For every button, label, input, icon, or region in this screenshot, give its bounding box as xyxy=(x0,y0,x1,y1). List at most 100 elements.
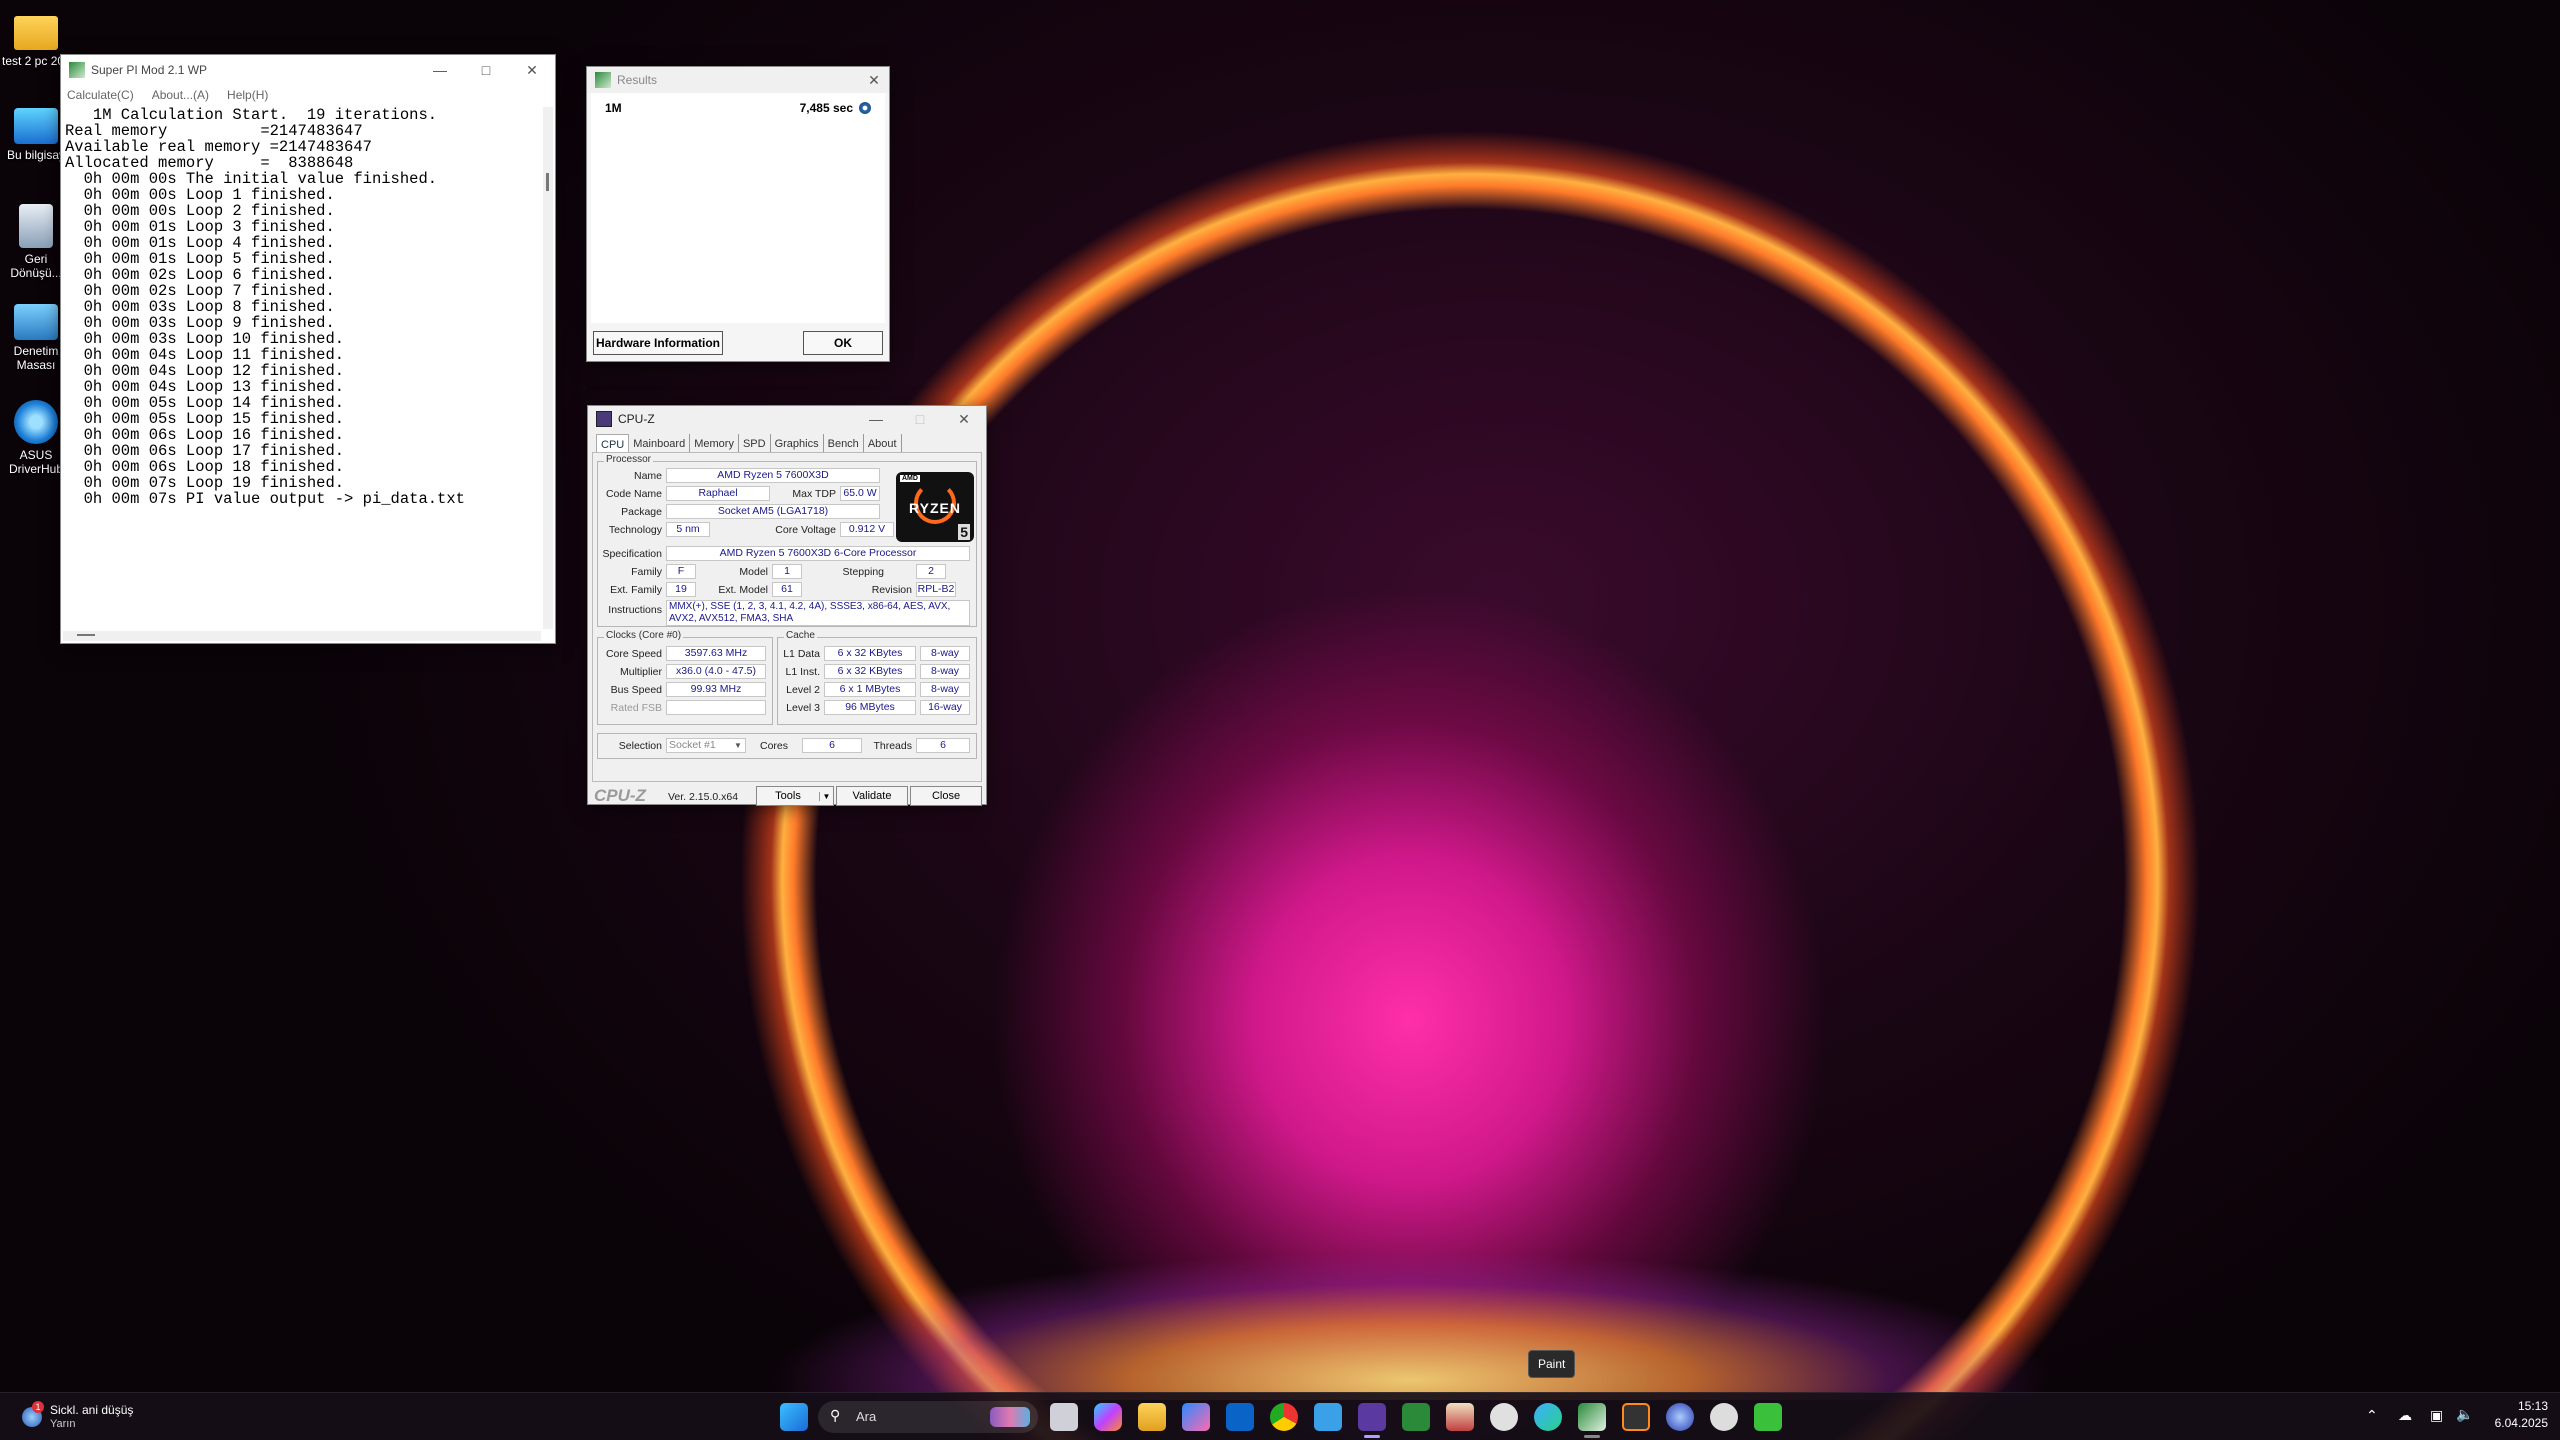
validate-button[interactable]: Validate xyxy=(836,786,908,806)
store-icon[interactable] xyxy=(1182,1403,1210,1431)
horizontal-scrollbar[interactable] xyxy=(63,631,541,641)
file-explorer-icon[interactable] xyxy=(1138,1403,1166,1431)
l1-data: 6 x 32 KBytes xyxy=(824,646,916,661)
l1-inst: 6 x 32 KBytes xyxy=(824,664,916,679)
weather-widget[interactable]: 1 Sickl. ani düşüş Yarın xyxy=(18,1401,148,1433)
app-icon[interactable] xyxy=(1754,1403,1782,1431)
superpi-titlebar[interactable]: Super PI Mod 2.1 WP — □ ✕ xyxy=(61,55,555,85)
console-line: 0h 00m 06s Loop 17 finished. xyxy=(65,442,345,460)
active-indicator xyxy=(1584,1435,1600,1438)
close-button[interactable]: ✕ xyxy=(942,411,986,428)
hwinfo-icon[interactable] xyxy=(1666,1403,1694,1431)
console-line: Allocated memory = 8388648 xyxy=(65,154,354,172)
vertical-scrollbar[interactable] xyxy=(543,107,553,629)
app-icon[interactable] xyxy=(1710,1403,1738,1431)
superpi-app-icon xyxy=(595,72,611,88)
results-window[interactable]: Results ✕ 1M 7,485 sec Hardware Informat… xyxy=(586,66,890,362)
console-line: 0h 00m 00s The initial value finished. xyxy=(65,170,438,188)
gpu-icon[interactable] xyxy=(1402,1403,1430,1431)
chevron-down-icon[interactable]: ▼ xyxy=(734,741,742,750)
bus-speed: 99.93 MHz xyxy=(666,682,766,697)
console-line: 0h 00m 07s Loop 19 finished. xyxy=(65,474,345,492)
info-icon xyxy=(859,102,871,114)
console-line: 0h 00m 02s Loop 6 finished. xyxy=(65,266,335,284)
ryzen-logo: AMD RYZEN 5 xyxy=(896,472,974,542)
maximize-button[interactable]: □ xyxy=(463,62,509,78)
sublime-icon[interactable] xyxy=(1622,1403,1650,1431)
tools-button[interactable]: Tools ▼ xyxy=(756,786,834,806)
core-voltage: 0.912 V xyxy=(840,522,894,537)
copilot-icon[interactable] xyxy=(1094,1403,1122,1431)
recycle-bin-icon xyxy=(19,204,53,248)
output-console[interactable]: 1M Calculation Start. 19 iterations. Real… xyxy=(63,107,541,629)
close-button[interactable]: Close xyxy=(910,786,982,806)
menu-calculate[interactable]: Calculate(C) xyxy=(67,88,134,102)
result-row: 1M 7,485 sec xyxy=(605,101,871,115)
level-3: 96 MBytes xyxy=(824,700,916,715)
search-box[interactable]: ⚲ Ara xyxy=(818,1401,1038,1433)
clock[interactable]: 15:13 6.04.2025 xyxy=(2476,1399,2548,1430)
folder-icon xyxy=(14,16,58,50)
cpuz-taskbar-icon[interactable] xyxy=(1358,1403,1386,1431)
paint-tooltip: Paint xyxy=(1528,1350,1576,1378)
hardware-information-button[interactable]: Hardware Information xyxy=(593,331,723,355)
close-button[interactable]: ✕ xyxy=(859,72,889,89)
cpuz-brand: CPU-Z xyxy=(594,786,646,805)
start-button[interactable] xyxy=(780,1403,808,1431)
clocks-group: Clocks (Core #0) Core Speed 3597.63 MHz … xyxy=(597,630,773,725)
results-titlebar[interactable]: Results ✕ xyxy=(587,67,889,93)
app-icon[interactable] xyxy=(1446,1403,1474,1431)
minimize-button[interactable]: — xyxy=(417,62,463,78)
window-title: Results xyxy=(617,73,658,87)
task-view-icon[interactable] xyxy=(1050,1403,1078,1431)
superpi-taskbar-icon[interactable] xyxy=(1578,1403,1606,1431)
superpi-window[interactable]: Super PI Mod 2.1 WP — □ ✕ Calculate(C) A… xyxy=(60,54,556,644)
menu-bar: Calculate(C) About...(A) Help(H) xyxy=(61,85,555,105)
search-icon: ⚲ xyxy=(830,1407,841,1423)
cpuz-window[interactable]: CPU-Z — □ ✕ CPU Mainboard Memory SPD Gra… xyxy=(587,405,988,806)
level-3-way: 16-way xyxy=(920,700,970,715)
selection-group: Selection Socket #1 ▼ Cores 6 Threads 6 xyxy=(597,733,977,759)
console-line: 0h 00m 06s Loop 16 finished. xyxy=(65,426,345,444)
network-tool-icon[interactable] xyxy=(1490,1403,1518,1431)
active-indicator xyxy=(1364,1435,1380,1438)
processor-group: Processor Name AMD Ryzen 5 7600X3D Code … xyxy=(597,454,977,627)
revision: RPL-B2 xyxy=(916,582,956,597)
menu-help[interactable]: Help(H) xyxy=(227,88,268,102)
max-tdp: 65.0 W xyxy=(840,486,880,501)
search-highlight-icon xyxy=(990,1407,1030,1427)
result-label: 1M xyxy=(605,101,622,115)
console-line: 0h 00m 05s Loop 15 finished. xyxy=(65,410,345,428)
menu-about[interactable]: About...(A) xyxy=(152,88,209,102)
rated-fsb xyxy=(666,700,766,715)
minimize-button[interactable]: — xyxy=(854,411,898,427)
wallpaper-glow xyxy=(560,1100,2260,1400)
cloud-off-icon[interactable]: ☁ xyxy=(2398,1407,2412,1424)
network-icon[interactable]: ▣ xyxy=(2430,1407,2443,1424)
console-line: 1M Calculation Start. 19 iterations. xyxy=(65,106,438,124)
ext-family: 19 xyxy=(666,582,696,597)
paint-icon[interactable] xyxy=(1534,1403,1562,1431)
maximize-button[interactable]: □ xyxy=(898,411,942,427)
outlook-icon[interactable] xyxy=(1226,1403,1254,1431)
cpuz-titlebar[interactable]: CPU-Z — □ ✕ xyxy=(588,406,986,432)
results-body: 1M 7,485 sec xyxy=(591,93,885,323)
model: 1 xyxy=(772,564,802,579)
core-speed: 3597.63 MHz xyxy=(666,646,766,661)
chrome-icon[interactable] xyxy=(1270,1403,1298,1431)
app-icon[interactable] xyxy=(1314,1403,1342,1431)
console-line: 0h 00m 02s Loop 7 finished. xyxy=(65,282,335,300)
volume-icon[interactable]: 🔈 xyxy=(2456,1406,2473,1423)
cpuz-footer: CPU-Z Ver. 2.15.0.x64 Tools ▼ Validate C… xyxy=(588,784,988,806)
close-button[interactable]: ✕ xyxy=(509,62,555,79)
clock-time: 15:13 xyxy=(2517,1399,2548,1413)
console-line: 0h 00m 01s Loop 3 finished. xyxy=(65,218,335,236)
console-line: 0h 00m 04s Loop 13 finished. xyxy=(65,378,345,396)
clock-date: 6.04.2025 xyxy=(2494,1416,2548,1430)
console-line: 0h 00m 00s Loop 1 finished. xyxy=(65,186,335,204)
chevron-down-icon[interactable]: ▼ xyxy=(819,791,833,801)
chevron-up-icon[interactable]: ⌃ xyxy=(2366,1407,2378,1424)
console-line: 0h 00m 06s Loop 18 finished. xyxy=(65,458,345,476)
control-panel-icon xyxy=(14,304,58,340)
ok-button[interactable]: OK xyxy=(803,331,883,355)
